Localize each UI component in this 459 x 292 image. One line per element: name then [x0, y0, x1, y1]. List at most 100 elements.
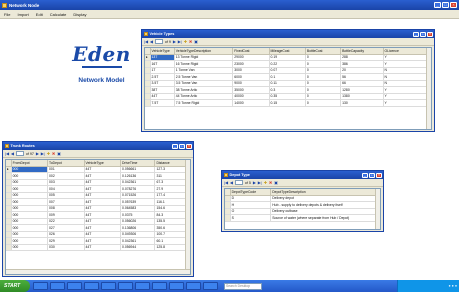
close-icon[interactable]: × [186, 143, 192, 149]
cell[interactable]: 0.15 [269, 99, 306, 107]
taskbar-button[interactable] [50, 282, 65, 290]
vehicle-types-titlebar[interactable]: Vehicle Types _ □ × [142, 30, 434, 38]
depot-type-title: Depot Type [229, 173, 250, 177]
maximize-icon[interactable]: □ [420, 31, 426, 37]
next-record-icon[interactable]: ▶ [253, 180, 256, 185]
vertical-scrollbar[interactable] [375, 189, 380, 229]
maximize-icon[interactable]: □ [369, 172, 375, 178]
cell[interactable]: 0 [305, 99, 342, 107]
record-count: of 5 [244, 180, 251, 185]
add-record-icon[interactable]: ✚ [184, 39, 187, 44]
trunk-routes-titlebar[interactable]: Trunk Routes _ □ × [3, 142, 193, 150]
cell[interactable]: 7.5 Tonne Rigid [174, 99, 234, 107]
taskbar-button[interactable] [118, 282, 133, 290]
vertical-scrollbar[interactable] [185, 160, 190, 274]
minimize-icon[interactable]: _ [434, 2, 441, 8]
menu-import[interactable]: Import [17, 12, 28, 17]
table-row[interactable]: 7.5T 7.5 Tonne Rigid 14000 0.15 0 130 Y [145, 99, 431, 107]
close-icon[interactable]: × [450, 2, 457, 8]
app-icon [2, 2, 7, 8]
record-count: of 9 [164, 39, 171, 44]
taskbar-button[interactable] [186, 282, 201, 290]
taskbar-buttons [33, 282, 218, 290]
minimize-icon[interactable]: _ [413, 31, 419, 37]
save-icon[interactable]: ▣ [274, 180, 278, 185]
depot-type-navigator: |◀ ◀ of 5 ▶ ▶| ✚ ✖ ▣ [222, 179, 383, 187]
depot-type-titlebar[interactable]: Depot Type _ □ × [222, 171, 383, 179]
cell[interactable]: S [230, 214, 272, 222]
form-icon [144, 32, 148, 36]
save-icon[interactable]: ▣ [57, 151, 61, 156]
next-record-icon[interactable]: ▶ [173, 39, 176, 44]
menu-file[interactable]: File [4, 12, 10, 17]
depot-type-grid: DepotTypeCode DepotTypeDescription D Deli… [224, 188, 381, 230]
cell[interactable]: Source of water (where separate from Hub… [270, 214, 380, 222]
prev-record-icon[interactable]: ◀ [150, 39, 153, 44]
menu-edit[interactable]: Edit [36, 12, 43, 17]
prev-record-icon[interactable]: ◀ [11, 151, 14, 156]
form-icon [224, 173, 228, 177]
record-position-input[interactable] [154, 39, 163, 44]
window-controls: _ □ × [434, 2, 457, 8]
taskbar: START Search Desktop ● ● ● [0, 280, 459, 292]
table-row[interactable]: 000 030 44T 0.056944 125.8 [6, 244, 190, 251]
save-icon[interactable]: ▣ [194, 39, 198, 44]
menu-display[interactable]: Display [73, 12, 86, 17]
vehicle-types-window: Vehicle Types _ □ × |◀ ◀ of 9 ▶ ▶| ✚ ✖ ▣… [141, 29, 435, 132]
close-icon[interactable]: × [376, 172, 382, 178]
vertical-scrollbar[interactable] [426, 48, 431, 129]
taskbar-button[interactable] [33, 282, 48, 290]
add-record-icon[interactable]: ✚ [47, 151, 50, 156]
taskbar-button[interactable] [101, 282, 116, 290]
table-row[interactable]: S Source of water (where separate from Hu… [225, 214, 380, 222]
menu-calculate[interactable]: Calculate [50, 12, 67, 17]
last-record-icon[interactable]: ▶| [258, 180, 262, 185]
vehicle-types-title: Vehicle Types [149, 32, 175, 36]
taskbar-button[interactable] [152, 282, 167, 290]
first-record-icon[interactable]: |◀ [224, 180, 228, 185]
horizontal-scrollbar[interactable] [6, 269, 190, 274]
taskbar-button[interactable] [169, 282, 184, 290]
cell[interactable]: 0.056944 [120, 244, 156, 251]
maximize-icon[interactable]: □ [179, 143, 185, 149]
minimize-icon[interactable]: _ [362, 172, 368, 178]
delete-record-icon[interactable]: ✖ [269, 180, 272, 185]
trunk-routes-grid: FromDepot ToDepot VehicleType DriveTime … [5, 159, 191, 275]
first-record-icon[interactable]: |◀ [5, 151, 9, 156]
cell[interactable]: 030 [47, 244, 85, 251]
start-button[interactable]: START [0, 280, 30, 292]
trunk-routes-navigator: |◀ ◀ of 97 ▶ ▶| ✚ ✖ ▣ [3, 150, 193, 158]
next-record-icon[interactable]: ▶ [36, 151, 39, 156]
close-icon[interactable]: × [427, 31, 433, 37]
taskbar-button[interactable] [67, 282, 82, 290]
taskbar-button[interactable] [203, 282, 218, 290]
last-record-icon[interactable]: ▶| [41, 151, 45, 156]
depot-type-window: Depot Type _ □ × |◀ ◀ of 5 ▶ ▶| ✚ ✖ ▣ De… [221, 170, 384, 232]
record-count: of 97 [25, 151, 34, 156]
vehicle-types-navigator: |◀ ◀ of 9 ▶ ▶| ✚ ✖ ▣ [142, 38, 434, 46]
system-tray: ● ● ● [397, 280, 459, 292]
cell[interactable]: 000 [11, 244, 49, 251]
first-record-icon[interactable]: |◀ [144, 39, 148, 44]
cell[interactable]: 130 [340, 99, 384, 107]
taskbar-button[interactable] [84, 282, 99, 290]
record-position-input[interactable] [234, 180, 243, 185]
cell[interactable]: 44T [84, 244, 122, 251]
cell[interactable]: Y [383, 99, 431, 107]
app-title: Network Node [9, 2, 40, 8]
desktop-search-input[interactable]: Search Desktop [224, 282, 262, 290]
prev-record-icon[interactable]: ◀ [230, 180, 233, 185]
trunk-routes-window: Trunk Routes _ □ × |◀ ◀ of 97 ▶ ▶| ✚ ✖ ▣… [2, 141, 194, 277]
tray-icon[interactable]: ● ● ● [448, 284, 457, 288]
cell[interactable]: 14000 [232, 99, 270, 107]
cell[interactable]: 7.5T [150, 99, 175, 107]
last-record-icon[interactable]: ▶| [178, 39, 182, 44]
record-position-input[interactable] [15, 151, 24, 156]
network-model-caption: Network Model [78, 76, 125, 84]
taskbar-button[interactable] [135, 282, 150, 290]
delete-record-icon[interactable]: ✖ [52, 151, 55, 156]
maximize-icon[interactable]: □ [442, 2, 449, 8]
delete-record-icon[interactable]: ✖ [189, 39, 192, 44]
add-record-icon[interactable]: ✚ [264, 180, 267, 185]
minimize-icon[interactable]: _ [172, 143, 178, 149]
